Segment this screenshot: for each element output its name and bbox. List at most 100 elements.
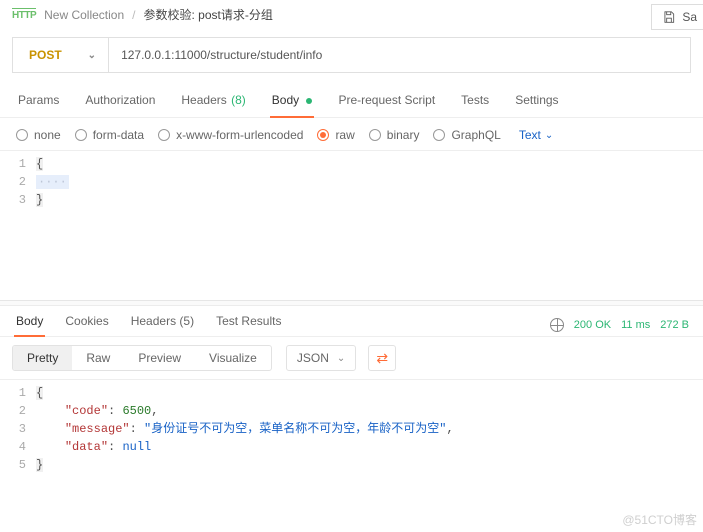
code-line[interactable]: "data": null bbox=[36, 438, 703, 456]
tab-body[interactable]: Body bbox=[270, 93, 315, 117]
resp-tab-body[interactable]: Body bbox=[14, 314, 45, 336]
code-token: { bbox=[36, 386, 43, 400]
chevron-down-icon: ⌄ bbox=[337, 353, 345, 364]
request-url-input[interactable]: 127.0.0.1:11000/structure/student/info bbox=[109, 38, 690, 72]
raw-text-mode-select[interactable]: Text ⌄ bbox=[519, 128, 553, 142]
request-gutter: 1 2 3 bbox=[0, 155, 36, 300]
code-line[interactable]: "message": "身份证号不可为空，菜单名称不可为空，年龄不可为空", bbox=[36, 420, 703, 438]
code-line[interactable]: "code": 6500, bbox=[36, 402, 703, 420]
resp-tab-headers-count: (5) bbox=[179, 314, 194, 328]
request-tabs: Params Authorization Headers (8) Body Pr… bbox=[0, 79, 703, 118]
line-number: 4 bbox=[0, 438, 26, 456]
bodytype-raw[interactable]: raw bbox=[317, 128, 354, 142]
line-number: 1 bbox=[0, 155, 26, 173]
response-view-segment: Pretty Raw Preview Visualize bbox=[12, 345, 272, 371]
bodytype-binary-label: binary bbox=[387, 128, 420, 142]
radio-icon bbox=[16, 129, 28, 141]
tab-headers-count: (8) bbox=[231, 93, 246, 107]
tab-authorization[interactable]: Authorization bbox=[83, 93, 157, 117]
radio-icon bbox=[433, 129, 445, 141]
code-token: : bbox=[130, 422, 144, 436]
resp-tab-headers[interactable]: Headers (5) bbox=[129, 314, 196, 336]
line-number: 3 bbox=[0, 191, 26, 209]
response-lang-label: JSON bbox=[297, 351, 329, 365]
bodytype-formdata[interactable]: form-data bbox=[75, 128, 144, 142]
response-code[interactable]: { "code": 6500, "message": "身份证号不可为空，菜单名… bbox=[36, 384, 703, 474]
request-body-editor[interactable]: 1 2 3 { ···· } bbox=[0, 150, 703, 300]
http-method-select[interactable]: POST ⌄ bbox=[13, 38, 109, 72]
view-raw[interactable]: Raw bbox=[72, 346, 124, 370]
radio-icon bbox=[75, 129, 87, 141]
bodytype-none[interactable]: none bbox=[16, 128, 61, 142]
json-key: "message" bbox=[65, 422, 130, 436]
body-type-row: none form-data x-www-form-urlencoded raw… bbox=[0, 118, 703, 150]
response-body-editor[interactable]: 1 2 3 4 5 { "code": 6500, "message": "身份… bbox=[0, 380, 703, 474]
code-token: } bbox=[36, 458, 43, 472]
response-toolbar: Pretty Raw Preview Visualize JSON ⌄ ⇄ bbox=[0, 336, 703, 380]
resp-tab-cookies[interactable]: Cookies bbox=[63, 314, 110, 336]
json-key: "data" bbox=[65, 440, 108, 454]
bodytype-none-label: none bbox=[34, 128, 61, 142]
radio-icon bbox=[369, 129, 381, 141]
view-pretty[interactable]: Pretty bbox=[13, 346, 72, 370]
tab-body-label: Body bbox=[272, 93, 299, 107]
breadcrumb-collection[interactable]: New Collection bbox=[44, 8, 124, 22]
resp-tab-headers-label: Headers bbox=[131, 314, 176, 328]
save-button-label: Sa bbox=[682, 10, 697, 24]
status-code[interactable]: 200 OK bbox=[574, 319, 611, 331]
code-line[interactable]: } bbox=[36, 456, 703, 474]
tab-tests[interactable]: Tests bbox=[459, 93, 491, 117]
body-modified-indicator-icon bbox=[306, 98, 312, 104]
bodytype-xwww[interactable]: x-www-form-urlencoded bbox=[158, 128, 303, 142]
breadcrumb-title: 参数校验: post请求-分组 bbox=[144, 6, 273, 23]
tab-settings[interactable]: Settings bbox=[513, 93, 560, 117]
breadcrumb: HTTP New Collection / 参数校验: post请求-分组 bbox=[0, 0, 703, 31]
bodytype-raw-label: raw bbox=[335, 128, 354, 142]
line-number: 5 bbox=[0, 456, 26, 474]
response-meta: 200 OK 11 ms 272 B bbox=[550, 318, 689, 332]
bodytype-formdata-label: form-data bbox=[93, 128, 144, 142]
status-size[interactable]: 272 B bbox=[660, 319, 689, 331]
code-token: : bbox=[108, 404, 122, 418]
save-button[interactable]: Sa bbox=[651, 4, 703, 30]
wrap-lines-button[interactable]: ⇄ bbox=[368, 345, 396, 371]
code-token: { bbox=[36, 157, 43, 171]
code-token: , bbox=[151, 404, 158, 418]
http-method-icon: HTTP bbox=[12, 8, 36, 21]
radio-selected-icon bbox=[317, 129, 329, 141]
tab-headers[interactable]: Headers (8) bbox=[179, 93, 247, 117]
json-key: "code" bbox=[65, 404, 108, 418]
view-preview[interactable]: Preview bbox=[124, 346, 195, 370]
response-gutter: 1 2 3 4 5 bbox=[0, 384, 36, 474]
globe-icon[interactable] bbox=[550, 318, 564, 332]
bodytype-binary[interactable]: binary bbox=[369, 128, 420, 142]
code-line[interactable]: { bbox=[36, 384, 703, 402]
whitespace-marker-icon: ···· bbox=[36, 175, 69, 189]
json-null: null bbox=[122, 440, 151, 454]
chevron-down-icon: ⌄ bbox=[545, 130, 553, 141]
status-time[interactable]: 11 ms bbox=[621, 319, 650, 331]
request-bar: POST ⌄ 127.0.0.1:11000/structure/student… bbox=[12, 37, 691, 73]
response-tabs: Body Cookies Headers (5) Test Results 20… bbox=[0, 306, 703, 336]
tab-params[interactable]: Params bbox=[16, 93, 61, 117]
code-token: } bbox=[36, 193, 43, 207]
tab-headers-label: Headers bbox=[181, 93, 226, 107]
line-number: 1 bbox=[0, 384, 26, 402]
resp-tab-testresults[interactable]: Test Results bbox=[214, 314, 283, 336]
tab-prerequest[interactable]: Pre-request Script bbox=[336, 93, 437, 117]
code-token: , bbox=[446, 422, 453, 436]
response-lang-select[interactable]: JSON ⌄ bbox=[286, 345, 356, 371]
bodytype-xwww-label: x-www-form-urlencoded bbox=[176, 128, 303, 142]
bodytype-graphql[interactable]: GraphQL bbox=[433, 128, 500, 142]
code-line[interactable]: ···· bbox=[36, 173, 703, 191]
wrap-icon: ⇄ bbox=[376, 350, 388, 367]
request-code[interactable]: { ···· } bbox=[36, 155, 703, 300]
line-number: 2 bbox=[0, 173, 26, 191]
view-visualize[interactable]: Visualize bbox=[195, 346, 271, 370]
code-line[interactable]: { bbox=[36, 155, 703, 173]
bodytype-graphql-label: GraphQL bbox=[451, 128, 500, 142]
breadcrumb-separator: / bbox=[132, 8, 135, 22]
code-line[interactable]: } bbox=[36, 191, 703, 209]
save-icon bbox=[662, 10, 676, 24]
line-number: 3 bbox=[0, 420, 26, 438]
